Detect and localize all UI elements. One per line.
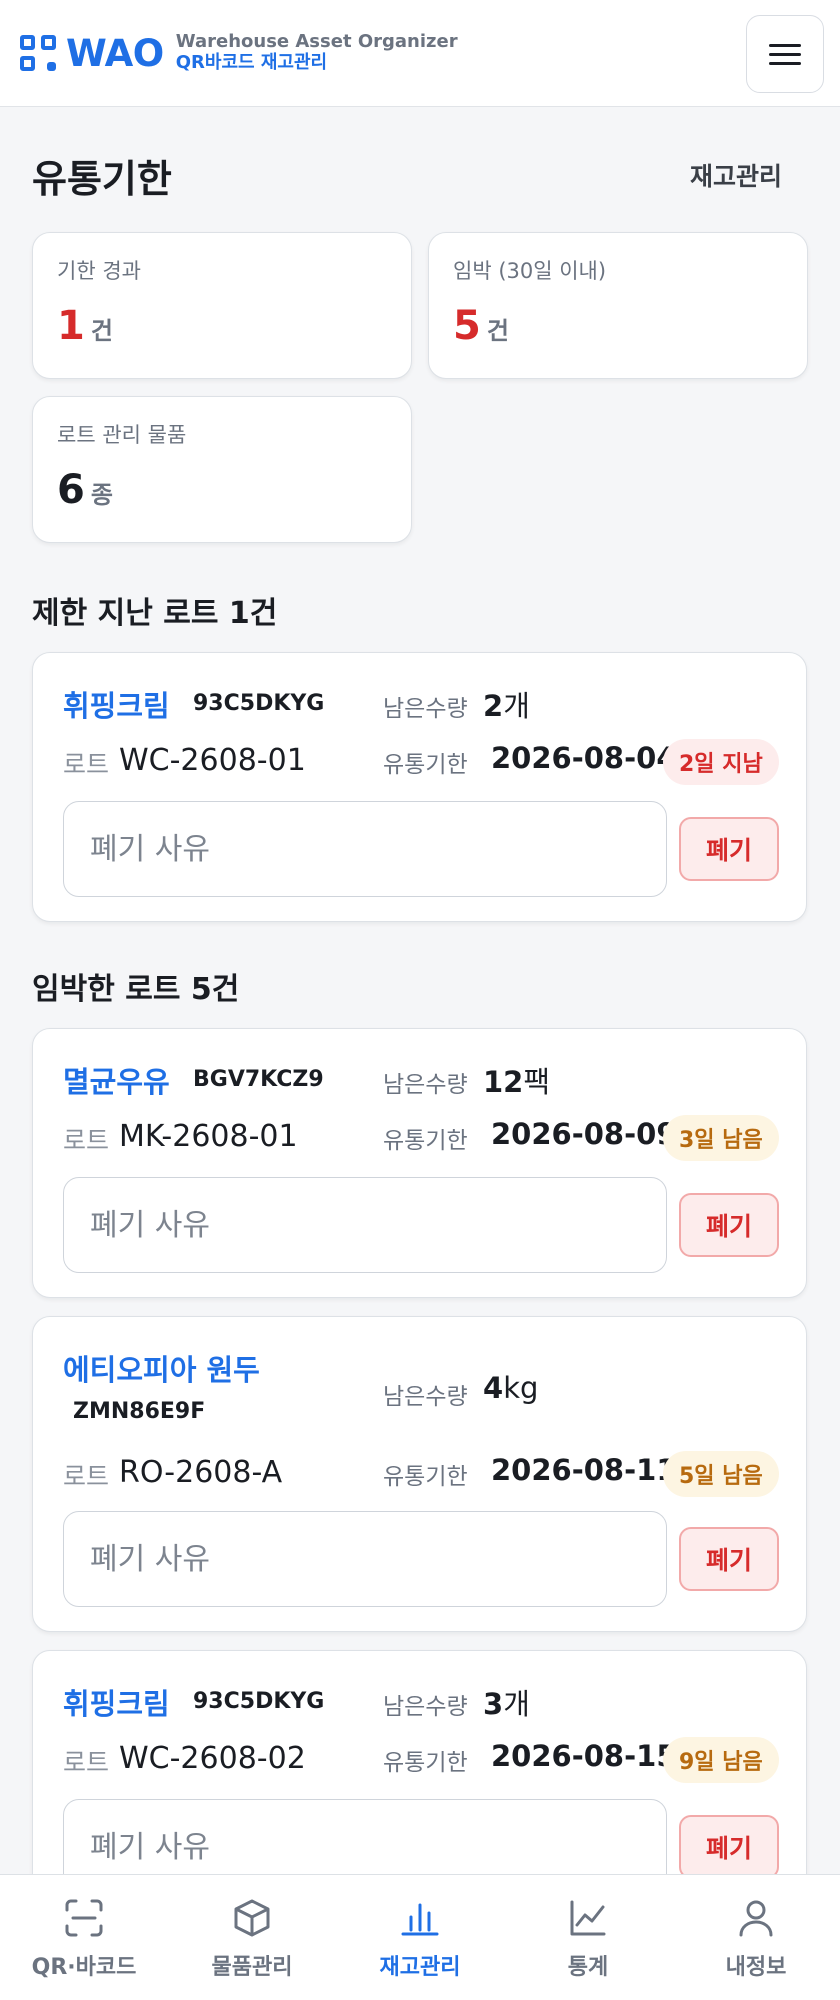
- nav-label: QR·바코드: [31, 1955, 137, 1980]
- expiry-label: 유통기한: [383, 752, 468, 778]
- brand-subtitle: Warehouse Asset Organizer QR바코드 재고관리: [176, 32, 458, 73]
- lot-label: 로트: [63, 1126, 110, 1155]
- dispose-reason-input[interactable]: [63, 1177, 667, 1273]
- nav-item-items[interactable]: 물품관리: [168, 1875, 336, 2000]
- lot-value: MK-2608-01: [119, 1119, 298, 1154]
- qty-value: 4kg: [483, 1371, 539, 1405]
- menu-button[interactable]: [746, 15, 824, 93]
- dispose-button[interactable]: 폐기: [679, 1527, 779, 1591]
- status-badge: 5일 남음: [663, 1451, 779, 1497]
- expired-section-title: 제한 지난 로트 1건: [32, 596, 278, 631]
- logo-icon: [20, 35, 56, 71]
- summary-value: 5건: [453, 303, 509, 349]
- expiry-label: 유통기한: [383, 1464, 468, 1490]
- item-name[interactable]: 에티오피아 원두: [63, 1347, 260, 1389]
- nav-label: 내정보: [725, 1955, 787, 1980]
- lot-card: 멸균우유 BGV7KCZ9 남은수량 12팩 로트 MK-2608-01 유통기…: [32, 1028, 807, 1298]
- lot-card: 휘핑크림 93C5DKYG 남은수량 2개 로트 WC-2608-01 유통기한…: [32, 652, 807, 922]
- line-chart-icon: [570, 1900, 606, 1936]
- lot-value: RO-2608-A: [119, 1455, 283, 1490]
- qty-value: 2개: [483, 689, 530, 723]
- expiry-value: 2026-08-15: [491, 1739, 677, 1773]
- qty-value: 12팩: [483, 1065, 551, 1099]
- summary-lot-items-card: 로트 관리 물품 6종: [32, 396, 412, 543]
- summary-value: 6종: [57, 467, 113, 513]
- imminent-section-title: 임박한 로트 5건: [32, 972, 240, 1007]
- expiry-value: 2026-08-09: [491, 1117, 677, 1151]
- item-code: 93C5DKYG: [193, 691, 325, 716]
- summary-value: 1건: [57, 303, 113, 349]
- lot-label: 로트: [63, 1748, 110, 1777]
- brand-subtitle-ko: QR바코드 재고관리: [175, 52, 328, 73]
- lot-value: WC-2608-02: [119, 1741, 306, 1776]
- item-name[interactable]: 휘핑크림: [63, 1681, 170, 1723]
- nav-label: 재고관리: [379, 1955, 461, 1980]
- dispose-button[interactable]: 폐기: [679, 1815, 779, 1879]
- summary-label: 기한 경과: [57, 259, 141, 283]
- status-badge: 9일 남음: [663, 1737, 779, 1783]
- dispose-button[interactable]: 폐기: [679, 817, 779, 881]
- item-code: BGV7KCZ9: [193, 1067, 324, 1092]
- nav-label: 통계: [567, 1955, 609, 1980]
- nav-label: 물품관리: [211, 1955, 293, 1980]
- nav-item-qr[interactable]: QR·바코드: [0, 1875, 168, 2000]
- qty-label: 남은수량: [383, 1384, 468, 1410]
- item-name[interactable]: 휘핑크림: [63, 683, 170, 725]
- nav-item-profile[interactable]: 내정보: [672, 1875, 840, 2000]
- user-icon: [739, 1900, 773, 1937]
- summary-expired-card: 기한 경과 1건: [32, 232, 412, 379]
- expiry-value: 2026-08-04: [491, 741, 677, 775]
- app-header: WAO Warehouse Asset Organizer QR바코드 재고관리: [0, 0, 840, 107]
- nav-item-inventory[interactable]: 재고관리: [336, 1875, 504, 2000]
- inventory-link[interactable]: 재고관리: [690, 157, 782, 193]
- brand-subtitle-en: Warehouse Asset Organizer: [175, 31, 458, 53]
- dispose-reason-input[interactable]: [63, 1511, 667, 1607]
- hamburger-icon: [769, 43, 801, 47]
- status-badge: 2일 지남: [663, 739, 779, 785]
- box-icon: [234, 1899, 270, 1937]
- lot-label: 로트: [63, 1462, 110, 1491]
- summary-imminent-card: 임박 (30일 이내) 5건: [428, 232, 808, 379]
- expiry-label: 유통기한: [383, 1128, 468, 1154]
- qty-label: 남은수량: [383, 1072, 468, 1098]
- item-code: ZMN86E9F: [73, 1399, 206, 1424]
- item-name[interactable]: 멸균우유: [63, 1059, 170, 1101]
- item-code: 93C5DKYG: [193, 1689, 325, 1714]
- dispose-button[interactable]: 폐기: [679, 1193, 779, 1257]
- page-title: 유통기한: [32, 157, 172, 201]
- bottom-nav: QR·바코드 물품관리 재고관리 통계 내정보: [0, 1874, 840, 2000]
- summary-label: 로트 관리 물품: [57, 423, 187, 447]
- nav-item-stats[interactable]: 통계: [504, 1875, 672, 2000]
- qty-label: 남은수량: [383, 1694, 468, 1720]
- summary-label: 임박 (30일 이내): [453, 259, 607, 283]
- scan-icon: [65, 1899, 103, 1937]
- qty-label: 남은수량: [383, 696, 468, 722]
- qty-value: 3개: [483, 1687, 530, 1721]
- bar-chart-icon: [401, 1903, 439, 1936]
- expiry-label: 유통기한: [383, 1750, 468, 1776]
- lot-value: WC-2608-01: [119, 743, 306, 778]
- dispose-reason-input[interactable]: [63, 801, 667, 897]
- status-badge: 3일 남음: [663, 1115, 779, 1161]
- expiry-value: 2026-08-11: [491, 1453, 677, 1487]
- lot-label: 로트: [63, 750, 110, 779]
- brand-name: WAO: [66, 31, 164, 75]
- lot-card: 에티오피아 원두 ZMN86E9F 남은수량 4kg 로트 RO-2608-A …: [32, 1316, 807, 1632]
